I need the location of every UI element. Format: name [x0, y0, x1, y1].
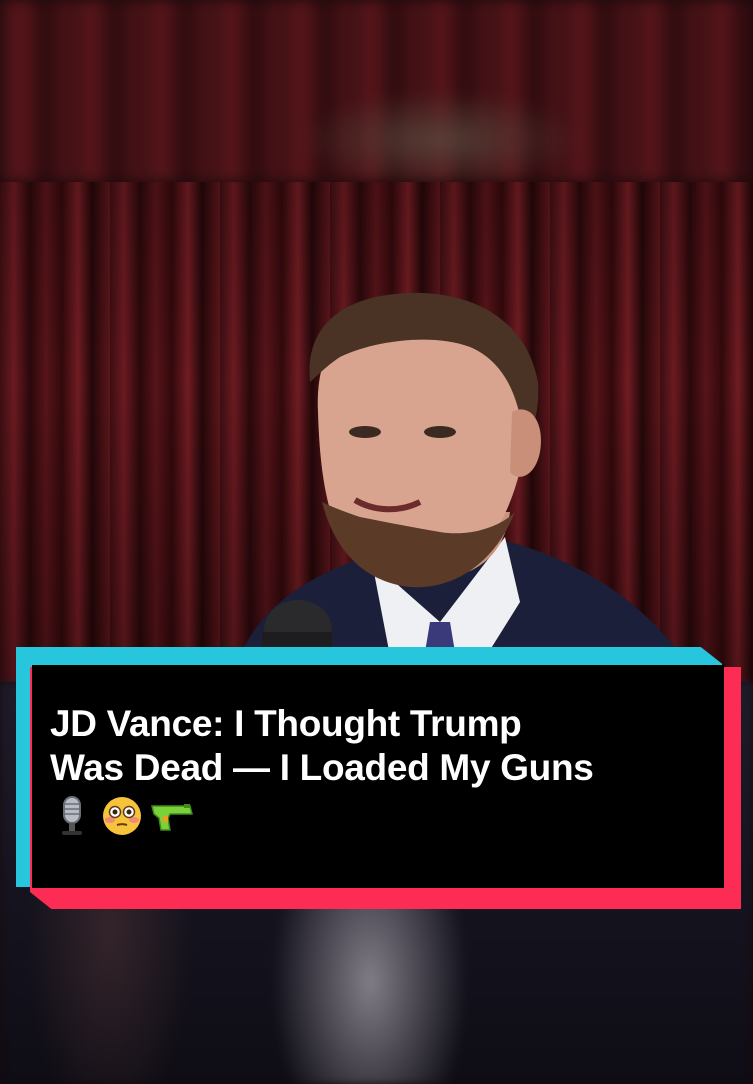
caption-emoji-row — [50, 792, 710, 840]
caption-line-2: Was Dead — I Loaded My Guns — [50, 747, 594, 788]
blurred-background-top — [0, 0, 753, 182]
caption-line-1: JD Vance: I Thought Trump — [50, 703, 522, 744]
studio-microphone-icon — [62, 796, 82, 835]
water-pistol-icon — [151, 804, 193, 831]
caption-text: JD Vance: I Thought Trump Was Dead — I L… — [50, 702, 710, 840]
speaker-figure — [230, 292, 700, 682]
flushed-face-icon — [103, 797, 141, 835]
video-frame[interactable] — [0, 182, 753, 682]
